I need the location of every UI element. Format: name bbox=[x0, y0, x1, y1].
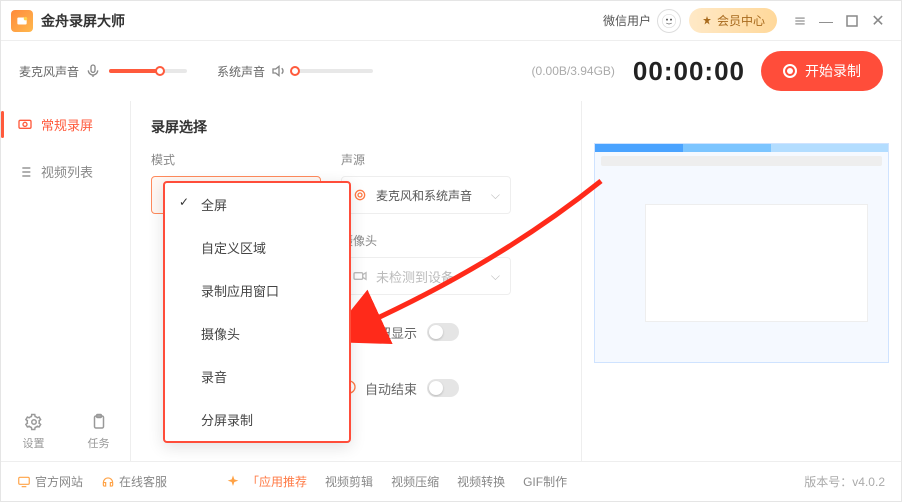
vip-label: 会员中心 bbox=[717, 12, 765, 29]
dropdown-item[interactable]: 录制应用窗口 bbox=[165, 269, 349, 312]
auto-end-field: 自动结束 bbox=[341, 369, 511, 407]
mic-volume-control[interactable]: 麦克风声音 bbox=[19, 63, 197, 80]
tasks-label: 任务 bbox=[88, 435, 110, 451]
mode-label: 模式 bbox=[151, 151, 321, 168]
dropdown-item[interactable]: 摄像头 bbox=[165, 312, 349, 355]
preview-panel bbox=[581, 101, 901, 461]
dropdown-item[interactable]: 分屏录制 bbox=[165, 398, 349, 441]
auto-end-toggle[interactable] bbox=[427, 379, 459, 397]
video-edit-link[interactable]: 视频剪辑 bbox=[325, 473, 373, 490]
dropdown-item[interactable]: 自定义区域 bbox=[165, 226, 349, 269]
sidebar-label: 视频列表 bbox=[41, 162, 93, 181]
system-volume-control[interactable]: 系统声音 bbox=[217, 63, 383, 80]
camera-select[interactable]: 未检测到设备 ⌵ bbox=[341, 257, 511, 295]
maximize-button[interactable] bbox=[839, 8, 865, 34]
official-site-link[interactable]: 官方网站 bbox=[17, 473, 83, 490]
screen-preview bbox=[594, 143, 889, 363]
sidebar-item-videos[interactable]: 视频列表 bbox=[1, 148, 130, 195]
version-label: 版本号：v4.0.2 bbox=[804, 473, 885, 490]
app-recommend-link[interactable]: 「应用推荐 bbox=[247, 473, 307, 490]
record-button-label: 开始录制 bbox=[805, 61, 861, 81]
audio-source-field: 声源 麦克风和系统声音 ⌵ bbox=[341, 151, 511, 214]
gear-icon bbox=[25, 413, 43, 431]
close-button[interactable]: ✕ bbox=[865, 8, 891, 34]
list-icon bbox=[17, 164, 33, 180]
chevron-down-icon: ⌵ bbox=[491, 188, 500, 203]
headset-icon bbox=[101, 475, 115, 489]
start-record-button[interactable]: 开始录制 bbox=[761, 51, 883, 91]
storage-info: (0.00B/3.94GB) bbox=[532, 64, 615, 78]
buttons-show-label: 按钮显示 bbox=[365, 323, 417, 342]
minimize-button[interactable]: — bbox=[813, 8, 839, 34]
camera-value: 未检测到设备 bbox=[376, 267, 454, 286]
audio-icon bbox=[352, 187, 368, 203]
section-title: 录屏选择 bbox=[151, 117, 561, 137]
top-controls: 麦克风声音 系统声音 (0.00B/3.94GB) 00:00:00 开始录制 bbox=[1, 41, 901, 101]
sidebar: 常规录屏 视频列表 设置 任务 bbox=[1, 101, 131, 461]
audio-source-label: 声源 bbox=[341, 151, 511, 168]
dropdown-item[interactable]: 全屏 bbox=[165, 183, 349, 226]
buttons-show-toggle[interactable] bbox=[427, 323, 459, 341]
title-bar: 金舟录屏大师 微信用户 会员中心 — ✕ bbox=[1, 1, 901, 41]
sidebar-item-record[interactable]: 常规录屏 bbox=[1, 101, 130, 148]
mode-dropdown: 全屏 自定义区域 录制应用窗口 摄像头 录音 分屏录制 bbox=[163, 181, 351, 443]
user-avatar[interactable] bbox=[657, 9, 681, 33]
camera-field: 摄像头 未检测到设备 ⌵ bbox=[341, 232, 511, 295]
monitor-icon bbox=[17, 475, 31, 489]
speaker-icon bbox=[271, 63, 287, 79]
system-audio-label: 系统声音 bbox=[217, 63, 265, 80]
app-logo bbox=[11, 10, 33, 32]
app-title: 金舟录屏大师 bbox=[41, 11, 125, 31]
camera-icon bbox=[352, 268, 368, 284]
buttons-show-field: 按钮显示 bbox=[341, 313, 511, 351]
record-screen-icon bbox=[17, 117, 33, 133]
mic-icon bbox=[85, 63, 101, 79]
settings-button[interactable]: 设置 bbox=[23, 413, 45, 451]
menu-button[interactable] bbox=[787, 8, 813, 34]
online-cs-link[interactable]: 在线客服 bbox=[101, 473, 167, 490]
video-compress-link[interactable]: 视频压缩 bbox=[391, 473, 439, 490]
sidebar-label: 常规录屏 bbox=[41, 115, 93, 134]
settings-label: 设置 bbox=[23, 435, 45, 451]
tasks-button[interactable]: 任务 bbox=[88, 413, 110, 451]
sparkle-icon bbox=[225, 474, 241, 490]
main-area: 常规录屏 视频列表 设置 任务 录屏选择 模式 bbox=[1, 101, 901, 461]
record-icon bbox=[783, 64, 797, 78]
recording-timer: 00:00:00 bbox=[633, 56, 745, 87]
system-slider[interactable] bbox=[295, 69, 373, 73]
audio-source-value: 麦克风和系统声音 bbox=[376, 187, 472, 204]
video-convert-link[interactable]: 视频转换 bbox=[457, 473, 505, 490]
mic-slider[interactable] bbox=[109, 69, 187, 73]
vip-center-button[interactable]: 会员中心 bbox=[689, 8, 777, 33]
auto-end-label: 自动结束 bbox=[365, 379, 417, 398]
camera-label: 摄像头 bbox=[341, 232, 511, 249]
bottom-bar: 官方网站 在线客服 「应用推荐 视频剪辑 视频压缩 视频转换 GIF制作 版本号… bbox=[1, 461, 901, 501]
dropdown-item[interactable]: 录音 bbox=[165, 355, 349, 398]
audio-source-select[interactable]: 麦克风和系统声音 ⌵ bbox=[341, 176, 511, 214]
mic-label: 麦克风声音 bbox=[19, 63, 79, 80]
user-label: 微信用户 bbox=[603, 12, 651, 29]
clipboard-icon bbox=[90, 413, 108, 431]
gif-make-link[interactable]: GIF制作 bbox=[523, 473, 567, 490]
chevron-down-icon: ⌵ bbox=[491, 269, 500, 284]
